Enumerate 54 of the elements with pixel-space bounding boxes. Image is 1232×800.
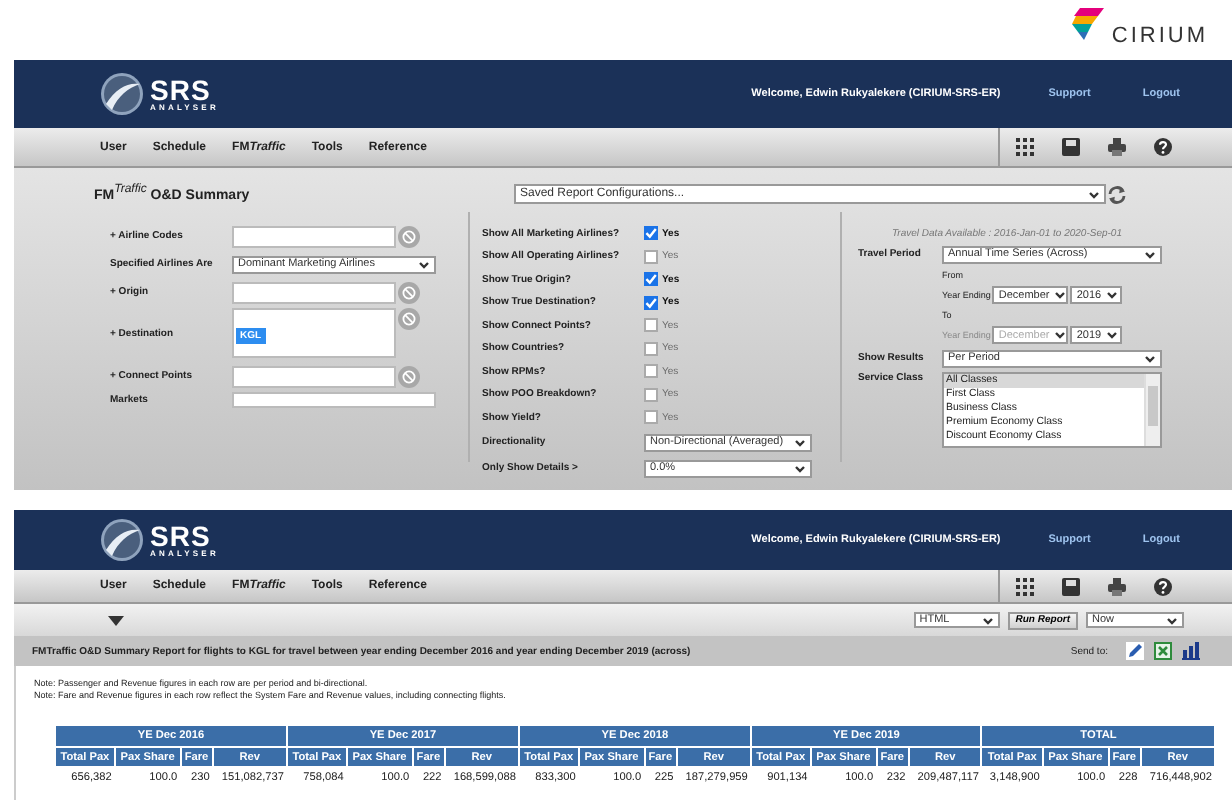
- checkbox[interactable]: [644, 295, 658, 310]
- input-field[interactable]: [232, 225, 396, 247]
- edit-icon: [1126, 642, 1144, 660]
- clear-button[interactable]: [398, 308, 420, 330]
- save-icon: [1062, 138, 1080, 156]
- caret-icon: [418, 259, 430, 269]
- grid-icon: [1016, 577, 1034, 595]
- save-icon: [1062, 577, 1080, 595]
- checkbox[interactable]: [644, 341, 658, 356]
- caret-icon: [794, 463, 806, 473]
- refresh-icon: [1108, 185, 1126, 203]
- caret-icon: [1105, 290, 1118, 300]
- logo-text: SRS: [150, 522, 211, 550]
- bar-chart-icon: [1182, 642, 1200, 660]
- clear-button[interactable]: [398, 365, 420, 387]
- caret-icon: [1105, 330, 1118, 340]
- caret-icon: [1053, 330, 1066, 340]
- caret-icon: [1088, 189, 1100, 199]
- checkbox[interactable]: [644, 364, 658, 379]
- globe-logo-icon: [100, 72, 144, 116]
- prohibited-icon: [402, 369, 416, 383]
- grid-icon: [1016, 138, 1034, 156]
- globe-logo-icon: [100, 518, 144, 562]
- caret-icon: [1053, 290, 1066, 300]
- input-field[interactable]: [232, 281, 396, 303]
- checkbox[interactable]: [644, 318, 658, 333]
- scrollbar-thumb[interactable]: [1148, 386, 1158, 426]
- clear-button[interactable]: [398, 281, 420, 303]
- help-icon: [1154, 138, 1172, 156]
- prohibited-icon: [402, 285, 416, 299]
- scrollbar[interactable]: [1144, 374, 1160, 446]
- input-field[interactable]: [232, 392, 436, 408]
- printer-icon: [1108, 138, 1126, 156]
- prohibited-icon: [402, 229, 416, 243]
- caret-icon: [1166, 615, 1178, 625]
- caret-icon: [981, 615, 994, 625]
- checkbox[interactable]: [644, 226, 658, 241]
- brand-name: CIRIUM: [1111, 24, 1208, 48]
- help-icon: [1154, 577, 1172, 595]
- caret-down-icon: [108, 615, 124, 625]
- input-field[interactable]: [232, 365, 396, 387]
- checkbox[interactable]: [644, 387, 658, 402]
- caret-icon: [1144, 353, 1156, 363]
- checkbox[interactable]: [644, 410, 658, 425]
- checkbox[interactable]: [644, 272, 658, 287]
- caret-icon: [794, 437, 806, 447]
- spreadsheet-icon: [1154, 642, 1172, 660]
- prohibited-icon: [402, 312, 416, 326]
- caret-icon: [1144, 249, 1156, 259]
- logo-icon: [1071, 8, 1108, 40]
- checkbox[interactable]: [644, 249, 658, 264]
- clear-button[interactable]: [398, 225, 420, 247]
- logo-text: SRS: [150, 76, 211, 104]
- printer-icon: [1108, 577, 1126, 595]
